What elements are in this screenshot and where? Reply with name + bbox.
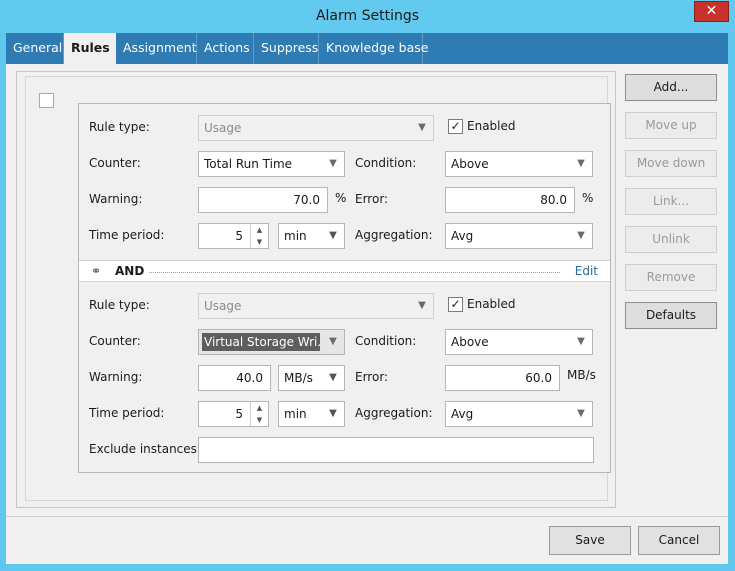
time-period-stepper-2[interactable]: 5 ▲ ▼ bbox=[198, 401, 269, 427]
error-unit: % bbox=[582, 191, 594, 205]
enabled-label: Enabled bbox=[467, 297, 516, 311]
link-icon: ⚭ bbox=[91, 264, 102, 278]
rule-type-dropdown-2[interactable]: Usage ▼ bbox=[198, 293, 434, 319]
alarm-settings-window: Alarm Settings ✕ General Rules Assignmen… bbox=[0, 0, 735, 571]
aggregation-label: Aggregation: bbox=[355, 406, 433, 420]
chevron-down-icon: ▼ bbox=[329, 158, 337, 169]
arrow-down-icon: ▼ bbox=[256, 238, 263, 246]
close-button[interactable]: ✕ bbox=[694, 1, 729, 22]
tab-rules[interactable]: Rules bbox=[64, 33, 116, 65]
link-button[interactable]: Link... bbox=[625, 188, 717, 215]
spin-buttons[interactable]: ▲ ▼ bbox=[250, 402, 268, 426]
dotted-divider bbox=[141, 272, 560, 273]
condition-label: Condition: bbox=[355, 334, 417, 348]
arrow-up-icon: ▲ bbox=[256, 226, 263, 234]
chevron-down-icon: ▼ bbox=[577, 158, 585, 169]
time-period-stepper[interactable]: 5 ▲ ▼ bbox=[198, 223, 269, 249]
chevron-down-icon: ▼ bbox=[329, 336, 337, 347]
error-unit-2: MB/s bbox=[567, 368, 596, 382]
time-unit-dropdown[interactable]: min ▼ bbox=[278, 223, 345, 249]
arrow-up-icon: ▲ bbox=[256, 404, 263, 412]
footer-divider bbox=[6, 516, 728, 517]
tab-suppress[interactable]: Suppress bbox=[254, 33, 319, 64]
condition-dropdown[interactable]: Above ▼ bbox=[445, 151, 593, 177]
chevron-down-icon: ▼ bbox=[329, 408, 337, 419]
arrow-down-icon: ▼ bbox=[256, 416, 263, 424]
rule-select-checkbox[interactable] bbox=[39, 93, 54, 108]
error-input-2[interactable]: 60.0 bbox=[445, 365, 560, 391]
spin-buttons[interactable]: ▲ ▼ bbox=[250, 224, 268, 248]
edit-link[interactable]: Edit bbox=[570, 264, 598, 278]
and-connector-row: ⚭ AND Edit bbox=[79, 260, 610, 282]
rules-tab-content: Rule type: Usage ▼ ✓ Enabled Counter: To… bbox=[6, 64, 728, 564]
title-bar: Alarm Settings ✕ bbox=[0, 0, 735, 33]
save-button[interactable]: Save bbox=[549, 526, 631, 555]
check-icon: ✓ bbox=[450, 119, 461, 133]
aggregation-dropdown[interactable]: Avg ▼ bbox=[445, 223, 593, 249]
tab-knowledge-base[interactable]: Knowledge base bbox=[319, 33, 428, 64]
error-label: Error: bbox=[355, 192, 389, 206]
defaults-button[interactable]: Defaults bbox=[625, 302, 717, 329]
chevron-down-icon: ▼ bbox=[418, 122, 426, 133]
unlink-button[interactable]: Unlink bbox=[625, 226, 717, 253]
chevron-down-icon: ▼ bbox=[577, 408, 585, 419]
chevron-down-icon: ▼ bbox=[329, 372, 337, 383]
error-label: Error: bbox=[355, 370, 389, 384]
exclude-instances-input[interactable] bbox=[198, 437, 594, 463]
exclude-instances-label: Exclude instances: bbox=[89, 442, 201, 456]
aggregation-label: Aggregation: bbox=[355, 228, 433, 242]
add-button[interactable]: Add... bbox=[625, 74, 717, 101]
tab-assignment[interactable]: Assignment bbox=[116, 33, 197, 64]
warning-input[interactable]: 70.0 bbox=[198, 187, 328, 213]
warning-unit-dropdown[interactable]: MB/s ▼ bbox=[278, 365, 345, 391]
counter-label: Counter: bbox=[89, 334, 141, 348]
rule-type-label: Rule type: bbox=[89, 298, 150, 312]
check-icon: ✓ bbox=[450, 297, 461, 311]
time-period-label: Time period: bbox=[89, 406, 165, 420]
counter-dropdown-2[interactable]: Virtual Storage Wri... ▼ bbox=[198, 329, 345, 355]
warning-label: Warning: bbox=[89, 192, 143, 206]
time-period-label: Time period: bbox=[89, 228, 165, 242]
and-label: AND bbox=[115, 264, 149, 278]
rule-type-dropdown[interactable]: Usage ▼ bbox=[198, 115, 434, 141]
error-input[interactable]: 80.0 bbox=[445, 187, 575, 213]
remove-button[interactable]: Remove bbox=[625, 264, 717, 291]
tab-bar: General Rules Assignment Actions Suppres… bbox=[6, 33, 728, 65]
rule-type-label: Rule type: bbox=[89, 120, 150, 134]
chevron-down-icon: ▼ bbox=[577, 336, 585, 347]
tab-actions[interactable]: Actions bbox=[197, 33, 254, 64]
enabled-label: Enabled bbox=[467, 119, 516, 133]
counter-label: Counter: bbox=[89, 156, 141, 170]
move-down-button[interactable]: Move down bbox=[625, 150, 717, 177]
warning-label: Warning: bbox=[89, 370, 143, 384]
enabled-checkbox[interactable]: ✓ bbox=[448, 119, 463, 134]
counter-dropdown[interactable]: Total Run Time ▼ bbox=[198, 151, 345, 177]
warning-input-2[interactable]: 40.0 bbox=[198, 365, 271, 391]
tab-general[interactable]: General bbox=[6, 33, 64, 64]
condition-label: Condition: bbox=[355, 156, 417, 170]
move-up-button[interactable]: Move up bbox=[625, 112, 717, 139]
condition-dropdown-2[interactable]: Above ▼ bbox=[445, 329, 593, 355]
warning-unit: % bbox=[335, 191, 347, 205]
time-unit-dropdown-2[interactable]: min ▼ bbox=[278, 401, 345, 427]
window-title: Alarm Settings bbox=[315, 8, 420, 24]
enabled-checkbox-2[interactable]: ✓ bbox=[448, 297, 463, 312]
chevron-down-icon: ▼ bbox=[418, 300, 426, 311]
chevron-down-icon: ▼ bbox=[577, 230, 585, 241]
cancel-button[interactable]: Cancel bbox=[638, 526, 720, 555]
rule-editor: Rule type: Usage ▼ ✓ Enabled Counter: To… bbox=[78, 103, 611, 473]
aggregation-dropdown-2[interactable]: Avg ▼ bbox=[445, 401, 593, 427]
chevron-down-icon: ▼ bbox=[329, 230, 337, 241]
rules-list-panel: Rule type: Usage ▼ ✓ Enabled Counter: To… bbox=[16, 71, 616, 508]
close-icon: ✕ bbox=[705, 3, 718, 19]
